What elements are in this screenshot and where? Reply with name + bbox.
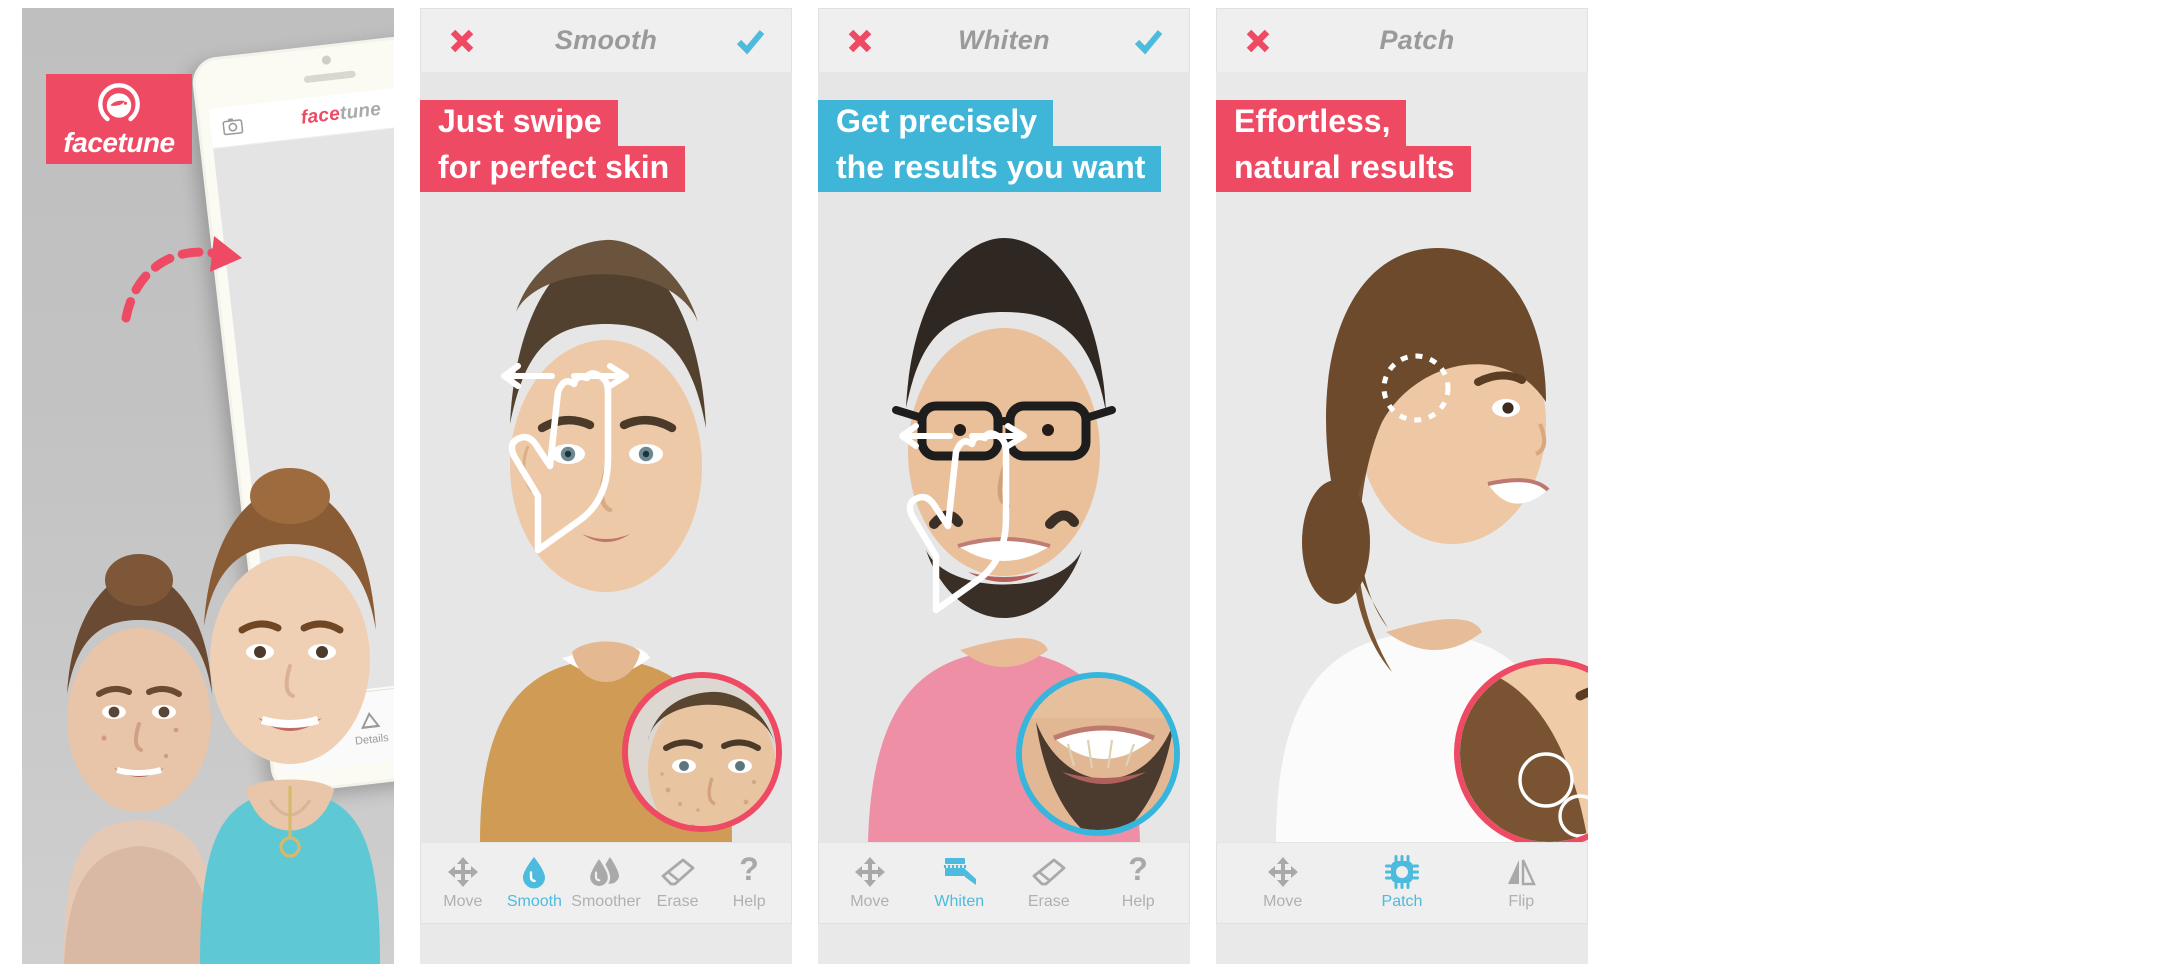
tool-erase[interactable]: Erase	[642, 843, 714, 923]
facetune-face-logo	[98, 83, 140, 122]
tool-patch[interactable]: Patch	[1342, 843, 1461, 923]
tool-label: Help	[1121, 893, 1155, 910]
smooth-magnifier	[622, 672, 782, 832]
svg-text:?: ?	[739, 855, 759, 887]
question-mark-icon: ?	[1125, 855, 1151, 889]
tool-label: Smoother	[571, 893, 641, 910]
callout-line: Just swipe	[420, 100, 618, 146]
close-x-icon[interactable]	[447, 26, 477, 56]
move-arrows-icon	[447, 855, 479, 889]
smooth-title: Smooth	[554, 25, 658, 55]
tool-label: Erase	[656, 893, 699, 910]
phone-speaker	[303, 70, 357, 84]
phone-app-title: facetune	[241, 92, 394, 136]
screenshot-gallery: facetune Smooth Details	[0, 0, 2172, 964]
whiten-header: Whiten	[818, 8, 1190, 72]
tool-whiten[interactable]: Whiten	[915, 843, 1005, 923]
tool-label: Erase	[1027, 893, 1070, 910]
smooth-toolbar: Move Smooth Smoother Erase ? Help	[420, 842, 792, 924]
smooth-header: Smooth	[420, 8, 792, 72]
toothbrush-icon	[940, 855, 978, 889]
curved-dashed-arrow-icon	[121, 236, 242, 323]
tool-move[interactable]: Move	[427, 843, 499, 923]
panel-smooth: Smooth Just swipe for perfect skin Move …	[420, 8, 792, 964]
flip-icon	[1504, 855, 1538, 889]
check-icon[interactable]	[1133, 26, 1163, 56]
facetune-logo-block: facetune	[46, 74, 192, 164]
panel-promo: facetune Smooth Details	[22, 8, 394, 964]
callout-line: the results you want	[818, 145, 1162, 192]
whiten-callout: Get precisely the results you want	[818, 100, 1162, 192]
tool-erase[interactable]: Erase	[1004, 843, 1094, 923]
check-icon[interactable]	[735, 26, 765, 56]
tool-smooth[interactable]: Smooth	[499, 843, 571, 923]
tool-label: Move	[850, 893, 890, 910]
facetune-wordmark: facetune	[63, 127, 175, 158]
question-mark-icon: ?	[736, 855, 762, 889]
tool-label: Flip	[1508, 893, 1535, 910]
smooth-canvas[interactable]: Just swipe for perfect skin	[420, 72, 792, 842]
eraser-icon	[1032, 855, 1066, 889]
panel-whiten: Whiten Get precisely the results you wan…	[818, 8, 1190, 964]
move-arrows-icon	[1267, 855, 1299, 889]
tool-label: Smooth	[506, 893, 562, 910]
phone-camera-dot	[321, 55, 332, 66]
panel-patch: Patch Effortless, natural results Move P…	[1216, 8, 1588, 964]
camera-icon[interactable]	[222, 117, 244, 136]
callout-line: Get precisely	[818, 100, 1053, 146]
double-droplet-icon	[586, 855, 626, 889]
whiten-toolbar: Move Whiten Erase ? Help	[818, 842, 1190, 924]
swipe-hand-icon	[501, 363, 629, 554]
promo-models	[22, 424, 394, 964]
patch-toolbar: Move Patch Flip	[1216, 842, 1588, 924]
whiten-title: Whiten	[958, 25, 1050, 55]
phone-title-part1: face	[299, 102, 342, 129]
patch-canvas[interactable]: Effortless, natural results	[1216, 72, 1588, 842]
smooth-callout: Just swipe for perfect skin	[420, 100, 686, 192]
tool-label: Patch	[1381, 893, 1423, 910]
droplet-icon	[520, 855, 548, 889]
eraser-icon	[661, 855, 695, 889]
tool-help[interactable]: ? Help	[1094, 843, 1184, 923]
tool-help[interactable]: ? Help	[713, 843, 785, 923]
swipe-hand-icon	[899, 423, 1027, 614]
magnified-preview	[1460, 664, 1588, 842]
svg-text:?: ?	[1128, 855, 1148, 887]
patch-callout: Effortless, natural results	[1216, 100, 1471, 192]
patch-title: Patch	[1379, 25, 1455, 55]
tool-label: Move	[443, 893, 483, 910]
model-after	[200, 468, 380, 964]
tool-move[interactable]: Move	[825, 843, 915, 923]
callout-line: for perfect skin	[420, 145, 686, 192]
whiten-canvas[interactable]: Get precisely the results you want	[818, 72, 1190, 842]
whiten-magnifier	[1016, 672, 1180, 836]
tool-label: Whiten	[934, 893, 985, 910]
callout-line: Effortless,	[1216, 100, 1407, 146]
tool-smoother[interactable]: Smoother	[570, 843, 642, 923]
tool-label: Help	[732, 893, 766, 910]
close-x-icon[interactable]	[1243, 26, 1273, 56]
phone-title-part2: tune	[338, 98, 383, 124]
tool-move[interactable]: Move	[1223, 843, 1342, 923]
callout-line: natural results	[1216, 145, 1471, 192]
patch-chip-icon	[1384, 855, 1419, 889]
tool-label: Move	[1263, 893, 1303, 910]
tool-flip[interactable]: Flip	[1462, 843, 1581, 923]
move-arrows-icon	[854, 855, 886, 889]
patch-header: Patch	[1216, 8, 1588, 72]
close-x-icon[interactable]	[845, 26, 875, 56]
